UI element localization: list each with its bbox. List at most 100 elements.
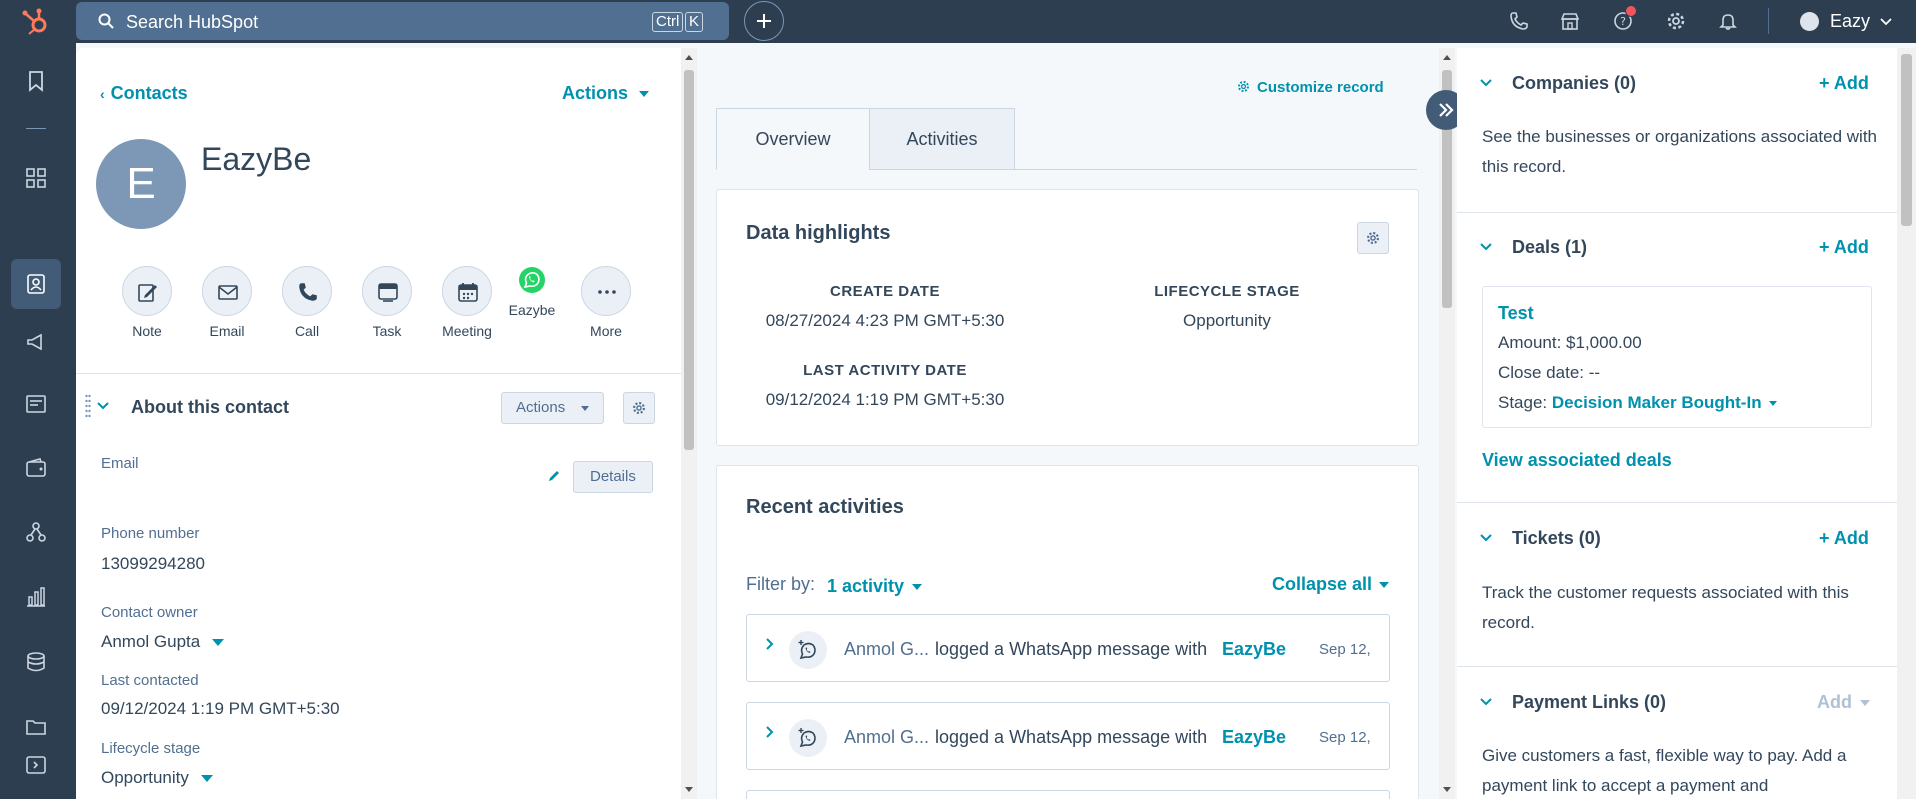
contacts-icon[interactable]: [25, 273, 47, 295]
quick-action-note[interactable]: Note: [112, 266, 182, 339]
activity-target-link[interactable]: EazyBe: [1222, 639, 1286, 660]
settings-gear-icon[interactable]: [1666, 11, 1686, 31]
middle-scrollbar[interactable]: [1439, 48, 1455, 799]
workspaces-grid-icon[interactable]: [25, 167, 47, 189]
activity-item[interactable]: [746, 790, 1390, 799]
chevron-down-icon[interactable]: [96, 401, 110, 411]
bookmarks-icon[interactable]: [25, 70, 47, 92]
content-icon[interactable]: [25, 393, 47, 415]
companies-description: See the businesses or organizations asso…: [1482, 127, 1878, 176]
create-date-label: CREATE DATE: [830, 283, 940, 300]
activity-item[interactable]: Anmol G... logged a WhatsApp message wit…: [746, 702, 1390, 770]
quick-action-meeting[interactable]: Meeting: [432, 266, 502, 339]
quick-action-label: Email: [209, 323, 245, 339]
quick-action-label: Call: [294, 323, 320, 339]
chevron-down-icon[interactable]: [1479, 242, 1493, 252]
chevron-down-icon[interactable]: [1479, 78, 1493, 88]
activity-filter-dropdown[interactable]: 1 activity: [827, 576, 923, 597]
companies-section-title[interactable]: Companies (0): [1512, 73, 1636, 94]
scroll-up-arrow-icon[interactable]: [1443, 55, 1451, 60]
record-name[interactable]: EazyBe: [201, 141, 311, 178]
left-panel-scrollbar[interactable]: [681, 48, 697, 799]
marketing-megaphone-icon[interactable]: [25, 331, 47, 353]
email-details-button[interactable]: Details: [573, 461, 653, 493]
caret-down-icon: [200, 775, 213, 783]
chevron-right-icon[interactable]: [765, 637, 775, 651]
about-actions-button[interactable]: Actions: [501, 392, 605, 424]
record-left-panel: ‹ Contacts Actions E EazyBe Note Email Ca…: [76, 48, 681, 799]
phone-icon[interactable]: [1509, 11, 1529, 31]
scroll-down-arrow-icon[interactable]: [685, 787, 693, 792]
chevron-down-icon[interactable]: [1479, 533, 1493, 543]
edit-pencil-icon[interactable]: [548, 468, 562, 482]
deal-stage-label: Stage:: [1498, 393, 1548, 412]
quick-action-call[interactable]: Call: [272, 266, 342, 339]
create-button[interactable]: [744, 1, 784, 41]
marketplace-icon[interactable]: [1560, 11, 1580, 31]
about-settings-button[interactable]: [623, 392, 655, 424]
tab-activities[interactable]: Activities: [869, 108, 1015, 170]
expand-nav-icon[interactable]: [25, 754, 47, 776]
phone-value[interactable]: 13099294280: [101, 554, 205, 574]
quick-action-more[interactable]: More: [571, 266, 641, 339]
caret-down-icon: [912, 584, 923, 591]
scroll-up-arrow-icon[interactable]: [685, 55, 693, 60]
collapse-all-dropdown[interactable]: Collapse all: [1272, 574, 1390, 595]
highlights-settings-button[interactable]: [1357, 222, 1389, 254]
view-associated-deals-link[interactable]: View associated deals: [1482, 450, 1672, 471]
tab-overview[interactable]: Overview: [716, 108, 870, 170]
filter-by-label: Filter by:: [746, 574, 816, 594]
global-search[interactable]: Search HubSpot Ctrl K: [76, 2, 729, 40]
deal-name-link[interactable]: Test: [1498, 303, 1534, 324]
reporting-bar-chart-icon[interactable]: [25, 586, 47, 608]
phone-label: Phone number: [101, 525, 200, 542]
quick-action-email[interactable]: Email: [192, 266, 262, 339]
add-ticket-button[interactable]: + Add: [1819, 528, 1869, 549]
chevron-down-icon[interactable]: [1479, 697, 1493, 707]
quick-action-task[interactable]: Task: [352, 266, 422, 339]
activity-date: Sep 12,: [1319, 641, 1371, 658]
hubspot-logo-icon[interactable]: [20, 6, 52, 38]
automation-icon[interactable]: [25, 521, 47, 543]
quick-action-eazybe[interactable]: Eazybe: [502, 266, 562, 318]
actions-label: Actions: [562, 83, 629, 103]
lifecycle-stage-dropdown[interactable]: Opportunity: [101, 768, 213, 788]
contact-owner-value: Anmol Gupta: [101, 632, 201, 651]
drag-handle-icon[interactable]: [85, 394, 91, 420]
tickets-section-title[interactable]: Tickets (0): [1512, 528, 1601, 549]
activity-author: Anmol G...: [844, 639, 930, 659]
deal-card: Test Amount: $1,000.00 Close date: -- St…: [1482, 286, 1872, 428]
library-folder-icon[interactable]: [25, 716, 47, 738]
activity-date: Sep 12,: [1319, 729, 1371, 746]
notifications-bell-icon[interactable]: [1718, 11, 1738, 31]
scroll-thumb[interactable]: [1901, 54, 1912, 226]
activity-description: logged a WhatsApp message with: [935, 639, 1208, 659]
chevron-right-icon[interactable]: [765, 725, 775, 739]
quick-action-label: Note: [132, 323, 162, 339]
lifecycle-stage-label: Lifecycle stage: [101, 740, 201, 757]
quick-action-label: Task: [372, 323, 402, 339]
back-to-contacts-link[interactable]: ‹ Contacts: [100, 83, 188, 104]
about-section-title[interactable]: About this contact: [131, 397, 289, 418]
notification-badge: [1625, 5, 1637, 17]
scroll-down-arrow-icon[interactable]: [1443, 787, 1451, 792]
data-management-database-icon[interactable]: [25, 651, 47, 673]
record-middle-column: Customize record Overview Activities Dat…: [697, 48, 1442, 799]
chevron-down-icon: [1880, 18, 1892, 26]
more-ellipsis-icon: [598, 290, 616, 294]
caret-down-icon: [581, 405, 590, 411]
add-company-button[interactable]: + Add: [1819, 73, 1869, 94]
scroll-thumb[interactable]: [684, 70, 694, 450]
record-actions-dropdown[interactable]: Actions: [562, 83, 650, 104]
deals-section-title[interactable]: Deals (1): [1512, 237, 1587, 258]
whatsapp-icon: [519, 267, 545, 293]
right-sidebar-scrollbar[interactable]: [1897, 48, 1916, 799]
customize-record-link[interactable]: Customize record: [1237, 79, 1384, 96]
add-deal-button[interactable]: + Add: [1819, 237, 1869, 258]
commerce-wallet-icon[interactable]: [25, 457, 47, 479]
contact-owner-dropdown[interactable]: Anmol Gupta: [101, 632, 225, 652]
deal-stage-dropdown[interactable]: Decision Maker Bought-In: [1552, 393, 1777, 412]
payment-links-section-title[interactable]: Payment Links (0): [1512, 692, 1666, 713]
activity-target-link[interactable]: EazyBe: [1222, 727, 1286, 748]
activity-item[interactable]: Anmol G... logged a WhatsApp message wit…: [746, 614, 1390, 682]
